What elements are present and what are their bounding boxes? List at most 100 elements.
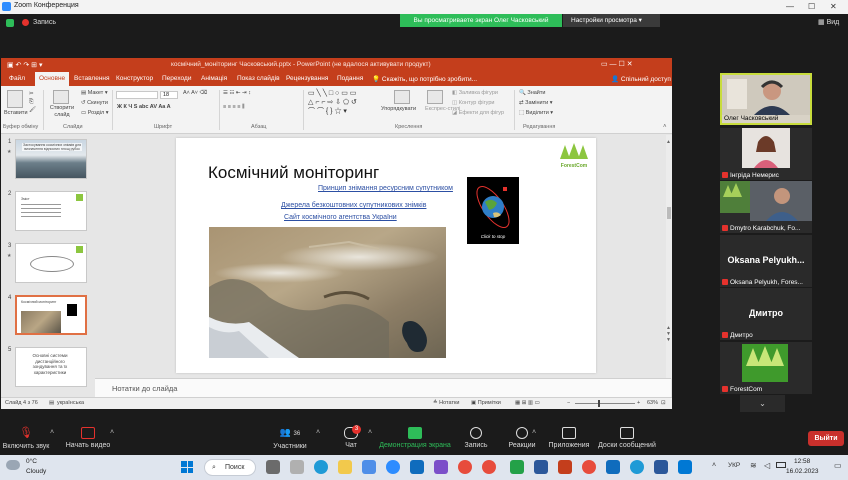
- video-button[interactable]: Начать видео: [62, 421, 114, 449]
- slide-thumbnail-1[interactable]: Застосування космічних знімків для визна…: [15, 139, 87, 179]
- notes-pane[interactable]: Нотатки до слайда: [95, 378, 671, 397]
- ppt-window-controls[interactable]: ▭ — ☐ ✕: [601, 60, 633, 68]
- audio-options-chevron[interactable]: ˄: [50, 429, 54, 436]
- participant-tile-4[interactable]: Oksana Pelyukh... Oksana Pelyukh, Fores.…: [720, 235, 812, 287]
- weather-temp[interactable]: 0°C: [26, 458, 37, 465]
- excel-icon[interactable]: [510, 460, 524, 474]
- scroll-down-icons[interactable]: ▲ ▼ ▼: [666, 325, 671, 343]
- leave-button[interactable]: Выйти: [808, 431, 844, 446]
- taskbar-search[interactable]: ⌕ Поиск: [204, 459, 256, 476]
- zoom-slider[interactable]: [575, 403, 635, 404]
- replace-button[interactable]: ⇄ Замінити ▾: [519, 100, 553, 106]
- slide-title[interactable]: Космічний моніторинг: [208, 163, 379, 183]
- shape-fill-button[interactable]: ◧ Заливка фігури: [452, 90, 498, 96]
- scroll-participants-down[interactable]: ⌄: [740, 395, 785, 412]
- paste-button[interactable]: Вставити: [4, 110, 28, 116]
- zoom-level[interactable]: 63%: [647, 400, 658, 406]
- maximize-icon[interactable]: ☐: [808, 2, 815, 11]
- new-slide-icon[interactable]: [53, 90, 69, 104]
- font-name-field[interactable]: [116, 91, 158, 99]
- shapes-gallery[interactable]: ▭ ╲ ╲ □ ○ ▭ ▭ △ ⌐ ⌐ ⇨ ⇩ ⬠ ↺ ⌒ ⌒ { } ☆ ▾: [308, 89, 357, 116]
- clipboard-tools[interactable]: ✂ ⎘ 🖌: [29, 90, 36, 114]
- participant-tile-2[interactable]: Інгріда Немерис: [720, 128, 812, 180]
- paste-icon[interactable]: [7, 90, 23, 108]
- qat-icons[interactable]: ▣ ↶ ↷ ⊞ ▾: [7, 61, 43, 69]
- clock-time[interactable]: 12:58: [794, 458, 810, 465]
- participants-button[interactable]: 👥 36 Участники: [268, 421, 312, 450]
- slide-thumbnail-3[interactable]: [15, 243, 87, 283]
- tab-review[interactable]: Рецензування: [286, 75, 328, 82]
- apps-button[interactable]: Приложения: [546, 421, 592, 449]
- tab-home[interactable]: Основне: [35, 72, 70, 86]
- zoom-taskbar-icon[interactable]: [386, 460, 400, 474]
- widgets-icon[interactable]: [290, 460, 304, 474]
- input-language[interactable]: УКР: [728, 462, 740, 469]
- mail-icon[interactable]: [410, 460, 424, 474]
- reset-button[interactable]: ↺ Скинути: [81, 100, 108, 106]
- tab-slideshow[interactable]: Показ слайдів: [237, 75, 280, 82]
- view-button[interactable]: ▦ Вид: [818, 18, 839, 26]
- browser-icon[interactable]: [606, 460, 620, 474]
- font-grow-icons[interactable]: A˄ A˅ ⌫: [183, 90, 207, 96]
- tab-animation[interactable]: Анімація: [201, 75, 227, 82]
- edge-icon-2[interactable]: [630, 460, 644, 474]
- language-label[interactable]: українська: [57, 400, 84, 406]
- view-mode-icons[interactable]: ▦ ⊞ ▥ ▭: [515, 400, 540, 406]
- participant-tile-6[interactable]: ForestCom: [720, 342, 812, 394]
- chat-chevron[interactable]: ˄: [368, 429, 372, 436]
- participants-chevron[interactable]: ˄: [316, 429, 320, 436]
- weather-desc[interactable]: Cloudy: [26, 468, 46, 475]
- spellcheck-icon[interactable]: ▤: [49, 400, 54, 406]
- shape-effects-button[interactable]: ◪ Ефекти для фігур: [452, 110, 504, 116]
- arrange-button[interactable]: Упорядкувати: [381, 106, 416, 112]
- slide-thumbnail-4[interactable]: Космічний моніторинг: [15, 295, 87, 335]
- close-icon[interactable]: ✕: [830, 2, 837, 11]
- slide-thumbnail-2[interactable]: Зміст: [15, 191, 87, 231]
- minimize-icon[interactable]: —: [786, 2, 794, 11]
- tab-file[interactable]: Файл: [9, 75, 25, 82]
- vertical-scrollbar[interactable]: ▲ ▲ ▼ ▼: [666, 135, 672, 378]
- tab-transitions[interactable]: Переходи: [162, 75, 191, 82]
- audio-button[interactable]: 🎙 Включить звук: [0, 421, 52, 450]
- slide-link-3[interactable]: Сайт космічного агентства України: [284, 214, 397, 221]
- shape-outline-button[interactable]: ◫ Контур фігури: [452, 100, 494, 106]
- word-icon-2[interactable]: [654, 460, 668, 474]
- arrange-icon[interactable]: [394, 90, 410, 104]
- current-slide[interactable]: Космічний моніторинг Принцип знімання ре…: [176, 138, 596, 373]
- share-screen-button[interactable]: Демонстрация экрана: [376, 421, 454, 449]
- slide-link-1[interactable]: Принцип знімання ресурсним супутником: [318, 185, 453, 192]
- slide-link-2[interactable]: Джерела безкоштовних супутникових знімкі…: [281, 202, 426, 209]
- powerpoint-icon[interactable]: [558, 460, 572, 474]
- edge-icon[interactable]: [314, 460, 328, 474]
- list-icons[interactable]: ☰ ☷ ⇤ ⇥ ↕: [223, 90, 251, 96]
- notification-icon[interactable]: ▭: [834, 461, 842, 470]
- tray-chevron-icon[interactable]: ˄: [712, 462, 716, 469]
- video-options-chevron[interactable]: ˄: [110, 429, 114, 436]
- satellite-photo[interactable]: [209, 227, 446, 358]
- scroll-thumb[interactable]: [667, 207, 671, 219]
- word-icon[interactable]: [534, 460, 548, 474]
- notes-toggle[interactable]: ≙ Нотатки: [433, 400, 459, 406]
- file-explorer-icon[interactable]: [338, 460, 352, 474]
- participant-tile-1[interactable]: Олег Часковський: [720, 73, 812, 125]
- quick-styles-icon[interactable]: [427, 90, 443, 104]
- comments-toggle[interactable]: ▣ Примітки: [471, 400, 501, 406]
- new-slide-button[interactable]: Створити слайд: [47, 105, 77, 119]
- layout-button[interactable]: ▤ Макет ▾: [81, 90, 108, 96]
- font-size-field[interactable]: 18: [160, 91, 178, 99]
- tell-me-search[interactable]: 💡 Скажіть, що потрібно зробити...: [372, 75, 477, 83]
- volume-icon[interactable]: ◁: [764, 461, 770, 470]
- store-icon[interactable]: [362, 460, 376, 474]
- chrome-icon[interactable]: [458, 460, 472, 474]
- fit-slide-icon[interactable]: ⊡: [661, 400, 666, 406]
- teams-icon[interactable]: [434, 460, 448, 474]
- find-button[interactable]: 🔍 Знайти: [519, 90, 545, 96]
- tab-insert[interactable]: Вставлення: [74, 75, 110, 82]
- chat-button[interactable]: Чат: [336, 421, 366, 449]
- participant-tile-5[interactable]: Дмитро Дмитро: [720, 288, 812, 340]
- participant-tile-3[interactable]: Dmytro Karabchuk, Fo...: [720, 181, 812, 233]
- zoom-out-icon[interactable]: −: [567, 400, 570, 406]
- zoom-slider-thumb[interactable]: [598, 400, 600, 407]
- reactions-chevron[interactable]: ˄: [532, 429, 536, 436]
- task-view-icon[interactable]: [266, 460, 280, 474]
